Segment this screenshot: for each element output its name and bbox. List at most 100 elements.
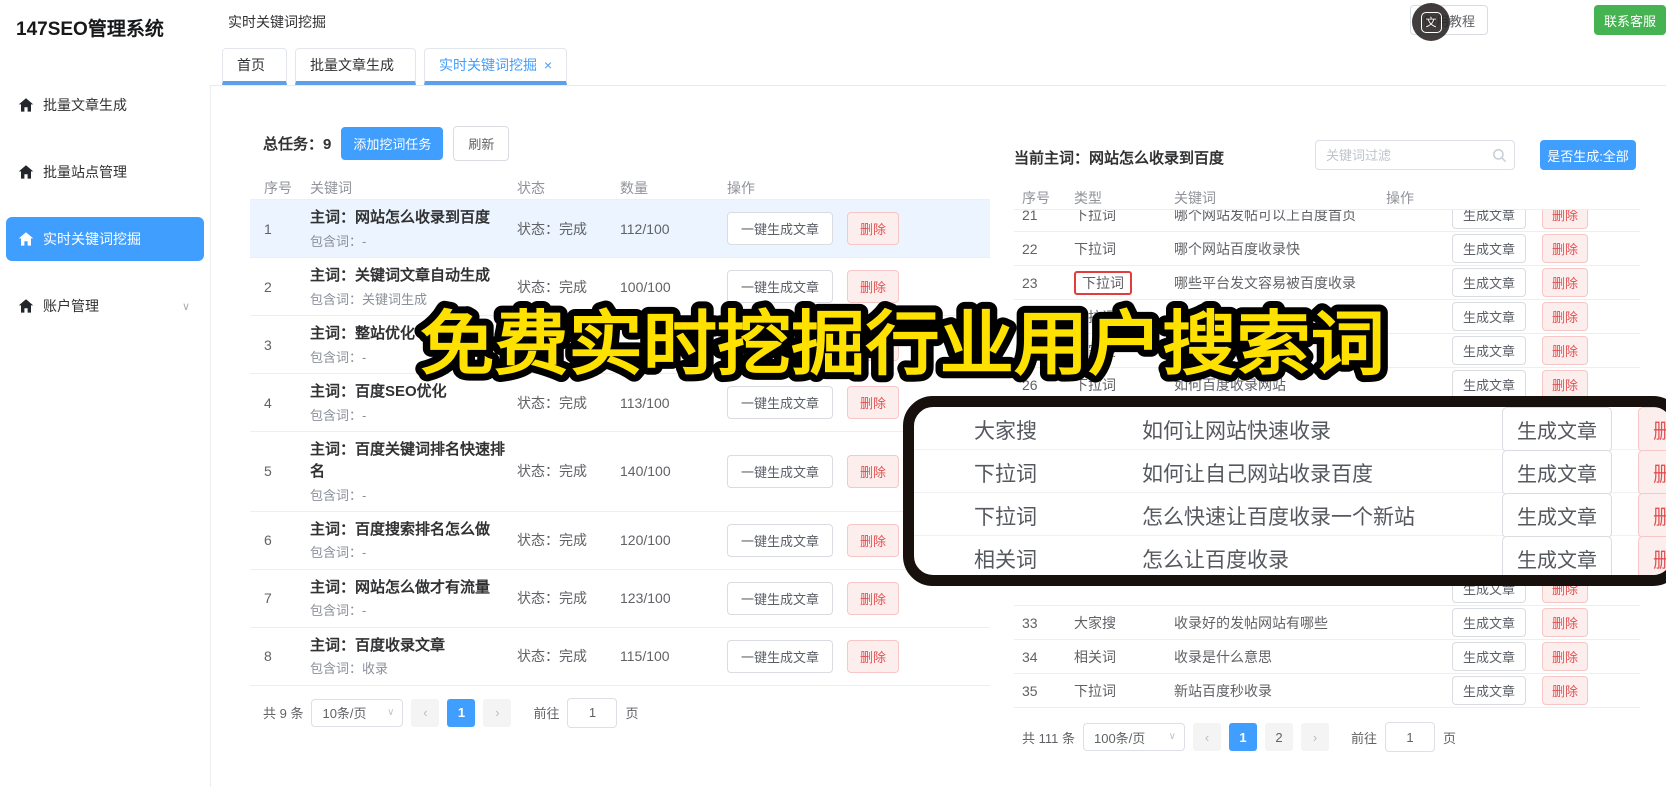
home-icon xyxy=(18,232,34,246)
generate-article-button[interactable]: 一键生成文章 xyxy=(727,212,834,245)
generate-article-button[interactable]: 一键生成文章 xyxy=(727,386,834,419)
sidebar-item[interactable]: 账户管理 ∨ xyxy=(6,284,204,328)
delete-button[interactable]: 删除 xyxy=(1638,536,1666,575)
sidebar-item[interactable]: 实时关键词挖掘 xyxy=(6,217,204,261)
table-row[interactable]: 24 下拉词 生成文章 删除 xyxy=(1014,300,1640,334)
row-keyword: 收录是什么意思 xyxy=(1174,648,1272,665)
table-row[interactable]: 4 主词：百度SEO优化 包含词：- 状态：完成 113/100 一键生成文章 … xyxy=(250,374,990,432)
table-row[interactable]: 33 大家搜 收录好的发帖网站有哪些 生成文章 删除 xyxy=(1014,606,1640,640)
row-type: 相关词 xyxy=(1074,648,1116,665)
prev-page-button[interactable]: ‹ xyxy=(411,698,440,727)
home-icon xyxy=(18,299,34,313)
generate-article-button[interactable]: 生成文章 xyxy=(1502,450,1612,495)
table-row[interactable]: 3 主词：整站优化 包含词：- 状态：完成 一键生成文章 删除 xyxy=(250,316,990,374)
delete-button[interactable]: 删除 xyxy=(1638,407,1666,452)
row-type: 大家搜 xyxy=(1074,614,1116,631)
tab[interactable]: 首页 xyxy=(222,48,287,85)
table-row[interactable]: 6 主词：百度搜索排名怎么做 包含词：- 状态：完成 120/100 一键生成文… xyxy=(250,512,990,570)
row-keyword: 哪些平台发文容易被百度收录 xyxy=(1174,274,1356,291)
generate-article-button[interactable]: 生成文章 xyxy=(1452,234,1527,263)
table-row[interactable]: 22 下拉词 哪个网站百度收录快 生成文章 删除 xyxy=(1014,232,1640,266)
row-keyword: 哪个网站发帖可以上百度首页 xyxy=(1174,210,1356,223)
generate-article-button[interactable]: 生成文章 xyxy=(1452,336,1527,365)
delete-button[interactable]: 删除 xyxy=(1542,302,1589,331)
keyword-filter-input[interactable] xyxy=(1315,140,1515,170)
table-row[interactable]: 5 主词：百度关键词排名快速排名 包含词：- 状态：完成 140/100 一键生… xyxy=(250,432,990,512)
delete-button[interactable]: 删除 xyxy=(847,328,900,361)
tasks-table-body: 1 主词：网站怎么收录到百度 包含词：- 状态：完成 112/100 一键生成文… xyxy=(250,200,990,686)
page-button-2[interactable]: 2 xyxy=(1264,723,1293,751)
inset-row: 下拉词 怎么快速让百度收录一个新站 生成文章 删除 xyxy=(914,493,1666,538)
col-action: 操作 xyxy=(727,179,755,196)
generate-article-button[interactable]: 生成文章 xyxy=(1452,642,1527,671)
contact-button[interactable]: 联系客服 xyxy=(1594,5,1666,35)
generate-article-button[interactable]: 一键生成文章 xyxy=(727,581,834,615)
generate-article-button[interactable]: 生成文章 xyxy=(1502,536,1612,575)
delete-button[interactable]: 删除 xyxy=(1542,336,1589,365)
generate-article-button[interactable]: 一键生成文章 xyxy=(727,523,834,557)
close-icon[interactable]: × xyxy=(544,57,552,73)
delete-button[interactable]: 删除 xyxy=(847,581,900,615)
generate-article-button[interactable]: 一键生成文章 xyxy=(727,454,834,488)
tab[interactable]: 批量文章生成 xyxy=(295,48,416,85)
table-row[interactable]: 23 下拉词 哪些平台发文容易被百度收录 生成文章 删除 xyxy=(1014,266,1640,300)
delete-button[interactable]: 删除 xyxy=(1638,493,1666,538)
delete-button[interactable]: 删除 xyxy=(1542,234,1589,263)
generate-article-button[interactable]: 生成文章 xyxy=(1452,608,1527,637)
table-row[interactable]: 35 下拉词 新站百度秒收录 生成文章 删除 xyxy=(1014,674,1640,708)
next-page-button[interactable]: › xyxy=(483,698,512,727)
generate-article-button[interactable]: 一键生成文章 xyxy=(727,639,834,673)
delete-button[interactable]: 删除 xyxy=(1542,608,1589,637)
generate-article-button[interactable]: 一键生成文章 xyxy=(727,328,834,361)
total-count: 共 9 条 xyxy=(263,706,304,721)
goto-page-input[interactable] xyxy=(1385,722,1435,752)
generate-article-button[interactable]: 生成文章 xyxy=(1452,302,1527,331)
row-number: 5 xyxy=(264,463,272,480)
table-row[interactable]: 2 主词：关键词文章自动生成 包含词：关键词生成 状态：完成 100/100 一… xyxy=(250,258,990,316)
delete-button[interactable]: 删除 xyxy=(847,639,900,673)
page-size-select[interactable]: 10条/页 ∨ xyxy=(311,698,404,727)
delete-button[interactable]: 删除 xyxy=(1542,268,1589,297)
delete-button[interactable]: 删除 xyxy=(1542,370,1589,399)
sidebar-item[interactable]: 批量站点管理 xyxy=(6,150,204,194)
generate-article-button[interactable]: 一键生成文章 xyxy=(727,270,834,303)
delete-button[interactable]: 删除 xyxy=(847,523,900,557)
table-row[interactable]: 25 大家搜 生成文章 删除 xyxy=(1014,334,1640,368)
delete-button[interactable]: 删除 xyxy=(1638,450,1666,495)
delete-button[interactable]: 删除 xyxy=(847,454,900,488)
col-keyword: 关键词 xyxy=(310,179,352,196)
prev-page-button[interactable]: ‹ xyxy=(1192,723,1221,751)
generate-article-button[interactable]: 生成文章 xyxy=(1452,370,1527,399)
table-row[interactable]: 7 主词：网站怎么做才有流量 包含词：- 状态：完成 123/100 一键生成文… xyxy=(250,570,990,628)
row-type: 下拉词 xyxy=(1074,376,1116,393)
generate-article-button[interactable]: 生成文章 xyxy=(1502,407,1612,452)
add-task-button[interactable]: 添加挖词任务 xyxy=(341,126,444,160)
page-size-select[interactable]: 100条/页 ∨ xyxy=(1082,723,1185,751)
table-row[interactable]: 21 下拉词 哪个网站发帖可以上百度首页 生成文章 删除 xyxy=(1014,210,1640,232)
refresh-button[interactable]: 刷新 xyxy=(453,125,510,161)
generate-article-button[interactable]: 生成文章 xyxy=(1452,268,1527,297)
delete-button[interactable]: 删除 xyxy=(847,212,900,245)
table-row[interactable]: 1 主词：网站怎么收录到百度 包含词：- 状态：完成 112/100 一键生成文… xyxy=(250,200,990,258)
generate-article-button[interactable]: 生成文章 xyxy=(1452,210,1527,229)
row-number: 3 xyxy=(264,336,272,353)
page-button-1[interactable]: 1 xyxy=(1228,723,1257,751)
tab[interactable]: 实时关键词挖掘 × xyxy=(424,48,568,85)
generate-article-button[interactable]: 生成文章 xyxy=(1502,493,1612,538)
next-page-button[interactable]: › xyxy=(1300,723,1329,751)
page-button-1[interactable]: 1 xyxy=(447,698,476,727)
delete-button[interactable]: 删除 xyxy=(1542,210,1589,229)
delete-button[interactable]: 删除 xyxy=(847,270,900,303)
delete-button[interactable]: 删除 xyxy=(847,386,900,419)
delete-button[interactable]: 删除 xyxy=(1542,642,1589,671)
goto-page-input[interactable] xyxy=(567,697,618,728)
generate-article-button[interactable]: 生成文章 xyxy=(1452,676,1527,705)
table-row[interactable]: 8 主词：百度收录文章 包含词：收录 状态：完成 115/100 一键生成文章 … xyxy=(250,628,990,686)
table-row[interactable]: 34 相关词 收录是什么意思 生成文章 删除 xyxy=(1014,640,1640,674)
row-keyword: 新站百度秒收录 xyxy=(1174,682,1272,699)
sidebar-item[interactable]: 批量文章生成 xyxy=(6,83,204,127)
row-keyword: 哪个网站百度收录快 xyxy=(1174,240,1300,257)
generate-all-button[interactable]: 是否生成:全部 xyxy=(1540,140,1636,170)
delete-button[interactable]: 删除 xyxy=(1542,676,1589,705)
screen-recorder-widget[interactable]: 文 xyxy=(1412,3,1450,41)
